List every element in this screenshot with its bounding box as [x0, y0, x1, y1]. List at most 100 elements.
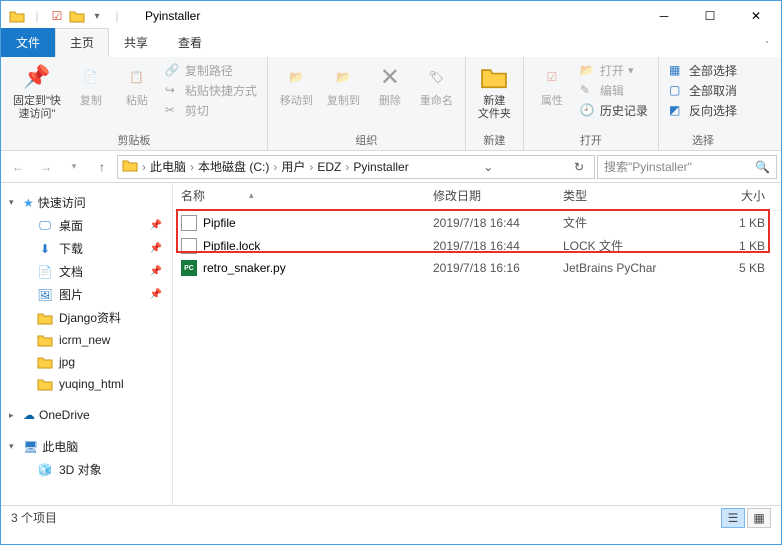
tab-file[interactable]: 文件: [1, 28, 55, 57]
select-all-button[interactable]: ▦全部选择: [665, 61, 741, 80]
breadcrumb-item[interactable]: EDZ: [317, 160, 341, 174]
group-label: 新建: [472, 131, 517, 150]
sidebar-item-pictures[interactable]: 🖼图片📌: [1, 283, 172, 306]
refresh-button[interactable]: ↻: [568, 160, 590, 174]
recent-locations-button[interactable]: ▾: [61, 154, 87, 180]
minimize-button[interactable]: ─: [641, 1, 687, 31]
details-view-button[interactable]: ☰: [721, 508, 745, 528]
breadcrumb-dropdown-button[interactable]: ⌄: [477, 160, 499, 174]
chevron-right-icon[interactable]: ›: [305, 160, 317, 174]
sidebar-item-documents[interactable]: 📄文档📌: [1, 260, 172, 283]
chevron-right-icon[interactable]: ›: [138, 160, 150, 174]
column-size[interactable]: 大小: [693, 187, 777, 204]
history-button[interactable]: 🕘历史记录: [576, 101, 652, 120]
folder-icon: [37, 332, 53, 348]
sidebar-item-downloads[interactable]: ⬇下载📌: [1, 237, 172, 260]
paste-button[interactable]: 📋 粘贴: [115, 59, 159, 110]
copy-to-button[interactable]: 📂复制到: [321, 59, 366, 110]
delete-button[interactable]: ✕删除: [368, 59, 412, 110]
search-icon[interactable]: 🔍: [755, 160, 770, 174]
group-label: 组织: [274, 131, 459, 150]
chevron-right-icon[interactable]: ›: [186, 160, 198, 174]
tab-view[interactable]: 查看: [163, 28, 217, 57]
ribbon-group-new: 新建 文件夹 新建: [466, 57, 524, 150]
sidebar-item-folder[interactable]: yuqing_html: [1, 373, 172, 395]
ribbon: 📌 固定到"快 速访问" 📄 复制 📋 粘贴 🔗复制路径 ↪粘贴快捷方式 ✂剪切…: [1, 57, 781, 151]
status-bar: 3 个项目 ☰ ▦: [1, 505, 781, 529]
chevron-down-icon[interactable]: ▾: [9, 197, 19, 208]
properties-check-icon[interactable]: ☑: [49, 8, 65, 24]
column-name[interactable]: 名称▴: [181, 187, 433, 204]
cut-icon: ✂: [165, 103, 181, 119]
selectnone-icon: ▢: [669, 83, 685, 99]
qat-dropdown-icon[interactable]: ▾: [89, 8, 105, 24]
edit-button[interactable]: ✎编辑: [576, 81, 652, 100]
breadcrumb-item[interactable]: 本地磁盘 (C:): [198, 158, 269, 175]
column-modified[interactable]: 修改日期: [433, 187, 563, 204]
sidebar-this-pc[interactable]: ▾🖥此电脑: [1, 435, 172, 458]
file-modified: 2019/7/18 16:44: [433, 216, 563, 230]
sidebar-quick-access[interactable]: ▾★快速访问: [1, 191, 172, 214]
sidebar-item-folder[interactable]: Django资料: [1, 306, 172, 329]
copy-button[interactable]: 📄 复制: [69, 59, 113, 110]
column-headers[interactable]: 名称▴ 修改日期 类型 大小: [173, 183, 781, 211]
breadcrumb-item[interactable]: Pyinstaller: [353, 160, 408, 174]
paste-shortcut-button[interactable]: ↪粘贴快捷方式: [161, 81, 261, 100]
chevron-right-icon[interactable]: ▸: [9, 410, 19, 421]
edit-icon: ✎: [580, 83, 596, 99]
up-button[interactable]: ↑: [89, 154, 115, 180]
pin-icon: 📌: [150, 220, 172, 231]
image-icon: 🖼: [37, 287, 53, 303]
file-icon: [181, 215, 197, 231]
invert-icon: ◩: [669, 103, 685, 119]
breadcrumb-item[interactable]: 用户: [281, 158, 305, 175]
move-to-button[interactable]: 📂移动到: [274, 59, 319, 110]
address-bar: ← → ▾ ↑ › 此电脑› 本地磁盘 (C:)› 用户› EDZ› Pyins…: [1, 151, 781, 183]
sidebar-item-folder[interactable]: icrm_new: [1, 329, 172, 351]
navigation-pane[interactable]: ▾★快速访问 🖵桌面📌 ⬇下载📌 📄文档📌 🖼图片📌 Django资料 icrm…: [1, 183, 173, 505]
sidebar-item-desktop[interactable]: 🖵桌面📌: [1, 214, 172, 237]
cut-button[interactable]: ✂剪切: [161, 101, 261, 120]
invert-selection-button[interactable]: ◩反向选择: [665, 101, 741, 120]
pin-icon: 📌: [150, 266, 172, 277]
open-icon: 📂: [580, 63, 596, 79]
select-none-button[interactable]: ▢全部取消: [665, 81, 741, 100]
file-row[interactable]: Pipfile2019/7/18 16:44文件1 KB: [173, 211, 781, 234]
large-icons-view-button[interactable]: ▦: [747, 508, 771, 528]
file-size: 1 KB: [693, 216, 777, 230]
file-list[interactable]: 名称▴ 修改日期 类型 大小 Pipfile2019/7/18 16:44文件1…: [173, 183, 781, 505]
window-controls: ─ ☐ ✕: [641, 1, 779, 31]
open-button[interactable]: 📂打开 ▾: [576, 61, 652, 80]
star-icon: ★: [23, 196, 34, 210]
search-input[interactable]: 搜索"Pyinstaller" 🔍: [597, 155, 777, 179]
collapse-ribbon-button[interactable]: ˋ: [753, 35, 781, 57]
chevron-down-icon[interactable]: ▾: [9, 441, 19, 452]
file-icon: [181, 238, 197, 254]
column-type[interactable]: 类型: [563, 187, 693, 204]
file-row[interactable]: PCretro_snaker.py2019/7/18 16:16JetBrain…: [173, 257, 781, 279]
tab-home[interactable]: 主页: [55, 28, 109, 57]
back-button[interactable]: ←: [5, 154, 31, 180]
rename-button[interactable]: 🏷重命名: [414, 59, 459, 110]
quick-access-toolbar: | ☑ ▾ |: [3, 8, 125, 24]
properties-button[interactable]: ☑属性: [530, 59, 574, 110]
forward-button[interactable]: →: [33, 154, 59, 180]
properties-icon: ☑: [536, 61, 568, 93]
folder-icon: [69, 8, 85, 24]
pin-to-quick-access-button[interactable]: 📌 固定到"快 速访问": [7, 59, 67, 123]
pin-icon: 📌: [150, 289, 172, 300]
breadcrumb-item[interactable]: 此电脑: [150, 158, 186, 175]
tab-share[interactable]: 共享: [109, 28, 163, 57]
sidebar-item-folder[interactable]: jpg: [1, 351, 172, 373]
chevron-right-icon[interactable]: ›: [269, 160, 281, 174]
new-folder-button[interactable]: 新建 文件夹: [472, 59, 517, 123]
close-button[interactable]: ✕: [733, 1, 779, 31]
sidebar-item-3d-objects[interactable]: 🧊3D 对象: [1, 458, 172, 481]
breadcrumb[interactable]: › 此电脑› 本地磁盘 (C:)› 用户› EDZ› Pyinstaller ⌄…: [117, 155, 595, 179]
maximize-button[interactable]: ☐: [687, 1, 733, 31]
copy-path-button[interactable]: 🔗复制路径: [161, 61, 261, 80]
chevron-right-icon[interactable]: ›: [341, 160, 353, 174]
file-type: JetBrains PyChar: [563, 261, 693, 275]
sidebar-onedrive[interactable]: ▸☁OneDrive: [1, 405, 172, 425]
file-row[interactable]: Pipfile.lock2019/7/18 16:44LOCK 文件1 KB: [173, 234, 781, 257]
